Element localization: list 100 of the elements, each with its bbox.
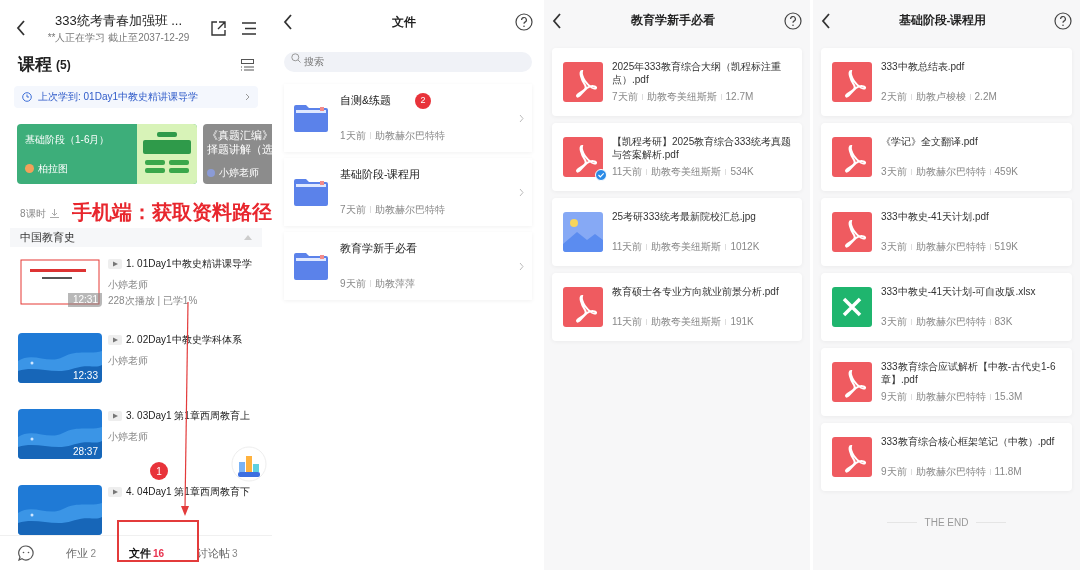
file-name: 教育硕士各专业方向就业前景分析.pdf — [612, 285, 780, 298]
menu-icon[interactable] — [242, 21, 256, 35]
help-icon[interactable] — [784, 12, 802, 30]
pdf-file-icon — [563, 137, 603, 177]
file-age: 11天前 — [612, 315, 643, 329]
course-card-title: 择题讲解（选 — [207, 142, 271, 157]
video-duration: 28:37 — [72, 445, 98, 460]
file-age: 11天前 — [612, 240, 643, 254]
file-row[interactable]: 333教育综合核心框架笔记（中教）.pdf 9天前 助教赫尔巴特特 11.8M — [821, 423, 1072, 491]
file-name: 【凯程考研】2025教育综合333统考真题与答案解析.pdf — [612, 135, 791, 161]
chevron-right-icon — [519, 113, 524, 123]
back-icon[interactable] — [283, 14, 293, 30]
folder-age: 7天前 — [340, 203, 366, 217]
avatar — [25, 164, 34, 174]
folder-owner: 助教赫尔巴特特 — [374, 129, 445, 143]
file-size: 15.3M — [994, 390, 1023, 404]
file-owner: 助教赫尔巴特特 — [915, 240, 986, 254]
file-name: 2025年333教育综合大纲（凯程标注重点）.pdf — [612, 60, 782, 86]
course-title: 333统考青春加强班 ... — [54, 11, 183, 30]
folder-name: 教育学新手必看 — [340, 241, 417, 256]
file-age: 9天前 — [881, 465, 907, 479]
screen-title: 基础阶段-课程用 — [897, 13, 988, 29]
file-size: 12.7M — [725, 90, 754, 104]
back-icon[interactable] — [552, 13, 562, 29]
image-file-icon — [563, 212, 603, 252]
file-owner: 助教夸美纽斯斯 — [651, 240, 722, 254]
chat-icon[interactable] — [18, 545, 34, 562]
pdf-file-icon — [832, 362, 872, 402]
file-row[interactable]: 333中教史-41天计划.pdf 3天前 助教赫尔巴特特 519K — [821, 198, 1072, 266]
help-icon[interactable] — [1054, 12, 1072, 30]
file-owner: 助教卢梭梭 — [915, 90, 966, 104]
file-owner: 助教赫尔巴特特 — [915, 465, 986, 479]
play-icon — [108, 259, 122, 270]
bottom-tab[interactable]: 作业 2 — [58, 540, 104, 566]
chapter-header[interactable]: 中国教育史 — [10, 228, 262, 248]
ranking-icon[interactable] — [231, 446, 267, 482]
file-row[interactable]: 教育硕士各专业方向就业前景分析.pdf 11天前 助教夸美纽斯斯 191K — [552, 273, 802, 341]
file-name: 《学记》全文翻译.pdf — [881, 135, 979, 148]
folder-icon — [294, 104, 328, 132]
folder-owner: 助教赫尔巴特特 — [374, 203, 445, 217]
file-age: 3天前 — [881, 240, 907, 254]
file-size: 2.2M — [974, 90, 997, 104]
pdf-file-icon — [832, 212, 872, 252]
file-name: 333教育综合核心框架笔记（中教）.pdf — [881, 435, 1056, 448]
file-row[interactable]: 《学记》全文翻译.pdf 3天前 助教赫尔巴特特 459K — [821, 123, 1072, 191]
video-duration: 12:31 — [72, 293, 98, 308]
folder-owner: 助教萍萍 — [374, 277, 415, 291]
back-icon[interactable] — [16, 20, 26, 36]
course-count: (5) — [56, 56, 71, 74]
folder-age: 1天前 — [340, 129, 366, 143]
lesson-count: 8课时 — [20, 206, 46, 221]
share-icon[interactable] — [211, 20, 226, 36]
step-marker: 2 — [415, 93, 431, 109]
file-age: 11天前 — [612, 165, 643, 179]
file-row[interactable]: 333中教史-41天计划-可自改版.xlsx 3天前 助教赫尔巴特特 83K — [821, 273, 1072, 341]
file-row[interactable]: 333中教总结表.pdf 2天前 助教卢梭梭 2.2M — [821, 48, 1072, 116]
file-name: 333中教史-41天计划.pdf — [881, 210, 990, 223]
file-owner: 助教赫尔巴特特 — [915, 390, 986, 404]
folder-row[interactable]: 基础阶段-课程用 7天前 助教赫尔巴特特 — [284, 158, 532, 226]
screen-title: 文件 — [391, 14, 417, 31]
file-owner: 助教赫尔巴特特 — [915, 165, 986, 179]
search-field[interactable]: 搜索 — [284, 51, 532, 72]
file-age: 9天前 — [881, 390, 907, 404]
search-icon — [291, 53, 301, 63]
file-row[interactable]: 2025年333教育综合大纲（凯程标注重点）.pdf 7天前 助教夸美纽斯斯 12.7M — [552, 48, 802, 116]
file-row[interactable]: 333教育综合应试解析【中教-古代史1-6章】.pdf 9天前 助教赫尔巴特特 15.3M — [821, 348, 1072, 416]
folder-age: 9天前 — [340, 277, 366, 291]
spreadsheet-file-icon — [832, 287, 872, 327]
file-owner: 助教赫尔巴特特 — [915, 315, 986, 329]
file-size: 191K — [730, 315, 754, 329]
list-view-icon[interactable] — [241, 58, 254, 71]
pdf-file-icon — [563, 287, 603, 327]
annotation-caption: 手机端：获取资料路径 — [72, 200, 272, 224]
course-subtitle: **人正在学习 截止至2037-12-29 — [47, 31, 190, 46]
back-icon[interactable] — [821, 13, 831, 29]
help-icon[interactable] — [515, 13, 533, 31]
file-owner: 助教夸美纽斯斯 — [651, 165, 722, 179]
file-name: 25考研333统考最新院校汇总.jpg — [612, 210, 757, 223]
play-icon — [108, 411, 122, 422]
screen-title: 教育学新手必看 — [630, 12, 716, 29]
teacher-name: 小婷老师 — [219, 166, 259, 181]
resume-bar[interactable]: 上次学到: 01Day1中教史精讲课导学 — [14, 85, 258, 109]
chevron-right-icon — [245, 92, 250, 101]
folder-row[interactable]: 自测&练题 2 1天前 助教赫尔巴特特 — [284, 84, 532, 152]
video-duration: 12:33 — [72, 369, 98, 384]
folder-row[interactable]: 教育学新手必看 9天前 助教萍萍 — [284, 232, 532, 300]
teacher-name: 小婷老师 — [108, 430, 149, 445]
lesson-title[interactable]: 4. 04Day1 第1章西周教育下 — [126, 485, 250, 500]
bottom-tab[interactable]: 文件 16 — [120, 540, 173, 566]
teacher-name: 小婷老师 — [108, 278, 149, 293]
play-icon — [108, 335, 122, 346]
pdf-file-icon — [563, 62, 603, 102]
end-label: THE END — [924, 516, 969, 530]
file-owner: 助教夸美纽斯斯 — [651, 315, 722, 329]
lesson-title[interactable]: 1. 01Day1中教史精讲课导学 — [126, 257, 252, 272]
pdf-file-icon — [832, 62, 872, 102]
file-age: 3天前 — [881, 315, 907, 329]
file-row[interactable]: 【凯程考研】2025教育综合333统考真题与答案解析.pdf 11天前 助教夸美纽斯斯 534K — [552, 123, 802, 191]
file-row[interactable]: 25考研333统考最新院校汇总.jpg 11天前 助教夸美纽斯斯 1012K — [552, 198, 802, 266]
chevron-right-icon — [519, 261, 524, 271]
